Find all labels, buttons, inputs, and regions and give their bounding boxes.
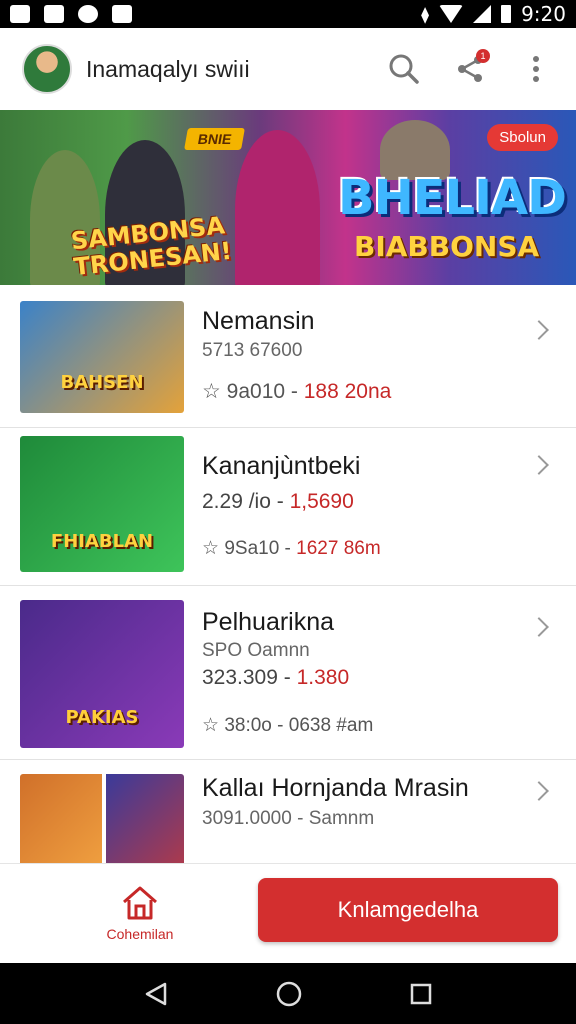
battery-icon — [501, 5, 512, 23]
list-item[interactable]: Kallaı Hornjanda Mrasin 3091.0000 - Samn… — [0, 760, 576, 863]
search-icon — [389, 54, 419, 84]
star-icon: ☆ — [202, 380, 221, 403]
item-meta: ☆ 9Sa10 - 1627 86m — [202, 538, 381, 559]
bottom-action-bar: Cohemilan Knlamgedelha — [0, 863, 576, 963]
signal-icon — [473, 5, 492, 23]
banner-badge: Sbolun — [487, 124, 558, 151]
item-title: Nemansin — [202, 307, 315, 335]
star-icon: ☆ — [202, 538, 220, 559]
share-button[interactable]: 1 — [452, 49, 490, 87]
recents-icon[interactable] — [409, 982, 433, 1006]
item-title: Kananjùntbeki — [202, 452, 361, 480]
list-item[interactable]: FHIABLAN Kananjùntbeki 2.29 /io - 1,5690… — [0, 428, 576, 586]
game-list: BAHSEN Nemansin 5713 67600 ☆ 9a010 - 188… — [0, 285, 576, 863]
promo-banner[interactable]: BNIE Sbolun SAMBONSA TRONESAN! BHELIAD B… — [0, 110, 576, 285]
thumbnail-label: BAHSEN — [60, 372, 144, 393]
list-item[interactable]: BAHSEN Nemansin 5713 67600 ☆ 9a010 - 188… — [0, 285, 576, 428]
chevron-right-icon — [529, 781, 549, 801]
item-title: Kallaı Hornjanda Mrasin — [202, 774, 469, 802]
home-nav-icon[interactable] — [275, 980, 303, 1008]
item-subtitle: 5713 67600 — [202, 340, 303, 361]
status-bar: ⧫ 9:20 — [0, 0, 576, 28]
item-title: Pelhuarikna — [202, 608, 335, 636]
notification-icon — [112, 5, 132, 23]
refresh-icon — [78, 5, 98, 23]
item-subtitle: 3091.0000 - Samnm — [202, 808, 375, 829]
item-thumbnail: PAKIAS — [20, 600, 184, 748]
app-bar: Inamaqalyı swiıi 1 — [0, 28, 576, 110]
image-icon — [10, 5, 30, 23]
item-thumbnail — [20, 774, 102, 863]
avatar[interactable] — [22, 44, 72, 94]
search-button[interactable] — [386, 51, 422, 87]
primary-cta-button[interactable]: Knlamgedelha — [258, 878, 558, 942]
item-price: 323.309 - 1.380 — [202, 666, 350, 689]
overflow-menu-button[interactable] — [518, 51, 554, 87]
more-vert-icon — [533, 56, 539, 82]
banner-subtitle: BIABBONSA — [354, 230, 540, 263]
back-icon[interactable] — [143, 981, 169, 1007]
item-thumbnail: BAHSEN — [20, 301, 184, 413]
item-thumbnail-2 — [106, 774, 184, 863]
home-button[interactable]: Cohemilan — [100, 884, 180, 942]
chevron-right-icon — [529, 455, 549, 475]
chevron-right-icon — [529, 617, 549, 637]
banner-character-3 — [235, 130, 320, 285]
thumbnail-label: PAKIAS — [65, 707, 139, 728]
star-icon: ☆ — [202, 715, 220, 736]
system-nav-bar — [0, 963, 576, 1024]
banner-title: BHELIAD — [338, 170, 567, 226]
home-icon — [123, 886, 157, 920]
thumbnail-label: FHIABLAN — [50, 531, 154, 552]
item-subtitle: SPO Oamnn — [202, 640, 310, 661]
app-title: Inamaqalyı swiıi — [86, 55, 250, 82]
item-meta: ☆ 38:0o - 0638 #am — [202, 715, 374, 736]
wifi-icon — [439, 5, 464, 23]
item-thumbnail: FHIABLAN — [20, 436, 184, 572]
chevron-right-icon — [529, 320, 549, 340]
list-item[interactable]: PAKIAS Pelhuarikna SPO Oamnn 323.309 - 1… — [0, 586, 576, 760]
notification-badge: 1 — [476, 49, 490, 63]
home-label: Cohemilan — [106, 926, 174, 942]
vibrate-icon: ⧫ — [421, 4, 430, 24]
banner-tag: BNIE — [184, 128, 246, 150]
item-meta: ☆ 9a010 - 188 20na — [202, 380, 392, 403]
item-price: 2.29 /io - 1,5690 — [202, 490, 354, 513]
cat-icon — [44, 5, 64, 23]
status-time: 9:20 — [521, 2, 566, 26]
